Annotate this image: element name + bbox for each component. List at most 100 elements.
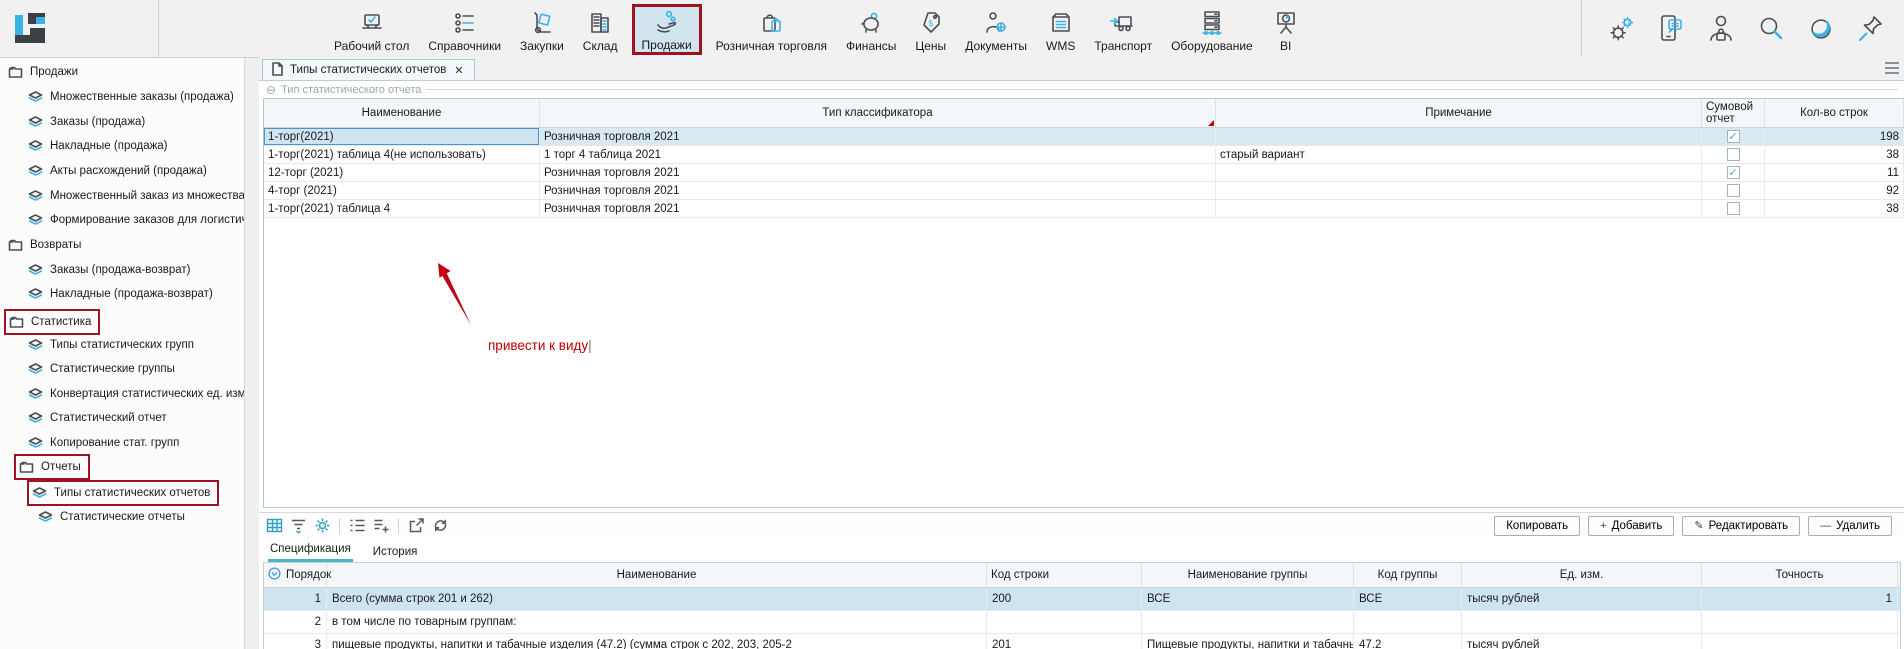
- warehouse-icon: [586, 8, 614, 38]
- folder-icon: [19, 461, 34, 474]
- globe-icon[interactable]: [1806, 12, 1836, 46]
- tree-item[interactable]: Накладные (продажа-возврат): [28, 284, 213, 304]
- copy-button[interactable]: Копировать: [1494, 516, 1580, 536]
- tab-list-icon[interactable]: [1885, 62, 1899, 74]
- retail-icon: [757, 8, 785, 38]
- svg-text:$: $: [928, 19, 934, 29]
- tree-folder-sales[interactable]: Продажи: [8, 62, 78, 82]
- module-warehouse[interactable]: Склад: [578, 5, 623, 55]
- pin-icon[interactable]: [1856, 12, 1886, 46]
- grid-view-icon[interactable]: [265, 517, 283, 535]
- cell-note: старый вариант: [1216, 146, 1702, 163]
- tab-history[interactable]: История: [371, 543, 420, 562]
- tree-folder-reports-annotated[interactable]: Отчеты: [14, 454, 90, 480]
- module-transport[interactable]: Транспорт: [1089, 5, 1157, 55]
- checkbox-unchecked[interactable]: [1727, 202, 1740, 215]
- table-row[interactable]: 12-торг (2021) Розничная торговля 2021 ✓…: [264, 164, 1904, 182]
- checkbox-unchecked[interactable]: [1727, 148, 1740, 161]
- module-references[interactable]: Справочники: [423, 5, 506, 55]
- table-row[interactable]: 1-торг(2021) таблица 4 Розничная торговл…: [264, 200, 1904, 218]
- tree-item[interactable]: Конвертация статистических ед. изм.: [28, 384, 244, 404]
- column-header-line-code[interactable]: Код строки: [987, 563, 1142, 587]
- column-header-group-name[interactable]: Наименование группы: [1142, 563, 1354, 587]
- module-purchases[interactable]: Закупки: [515, 5, 569, 55]
- tree-label: Множественный заказ из множества магазин: [50, 190, 244, 202]
- tree-item[interactable]: Формирование заказов для логистического …: [28, 210, 244, 230]
- open-external-icon[interactable]: [407, 517, 425, 535]
- tab-specification[interactable]: Спецификация: [268, 540, 353, 562]
- numbered-list-icon[interactable]: [348, 517, 366, 535]
- column-header-precision[interactable]: Точность: [1702, 563, 1898, 587]
- tree-item[interactable]: Копирование стат. групп: [28, 433, 179, 453]
- edit-button[interactable]: ✎Редактировать: [1682, 516, 1800, 536]
- column-header-name[interactable]: Наименование: [264, 99, 540, 127]
- spec-row[interactable]: 1 Всего (сумма строк 201 и 262) 200 ВСЕ …: [264, 588, 1900, 611]
- column-header-unit[interactable]: Ед. изм.: [1462, 563, 1702, 587]
- user-lock-icon[interactable]: [1706, 12, 1736, 46]
- module-wms[interactable]: WMS: [1041, 5, 1080, 55]
- column-header-row-count[interactable]: Кол-во строк: [1765, 99, 1904, 127]
- module-retail[interactable]: Розничная торговля: [711, 5, 832, 55]
- tree-item[interactable]: Акты расхождений (продажа): [28, 161, 207, 181]
- module-label: Справочники: [428, 39, 501, 53]
- cell-line-code: [987, 611, 1142, 633]
- column-header-sum-report[interactable]: Сумовой отчет: [1702, 99, 1765, 127]
- module-desktop[interactable]: Рабочий стол: [329, 5, 414, 55]
- collapse-icon[interactable]: ⊖: [266, 85, 276, 95]
- tree-item[interactable]: Множественные заказы (продажа): [28, 87, 234, 107]
- tree-item[interactable]: Статистический отчет: [28, 408, 167, 428]
- table-row[interactable]: 1-торг(2021) Розничная торговля 2021 ✓ 1…: [264, 128, 1904, 146]
- layers-icon: [28, 264, 43, 277]
- module-prices[interactable]: $ Цены: [910, 5, 951, 55]
- module-label: Цены: [915, 39, 946, 53]
- checkbox-checked[interactable]: ✓: [1727, 130, 1740, 143]
- column-header-order[interactable]: Порядок: [264, 563, 327, 587]
- tree-label: Типы статистических отчетов: [54, 487, 210, 499]
- module-bi[interactable]: BI: [1267, 5, 1305, 55]
- folder-icon: [8, 239, 23, 252]
- tree-item[interactable]: Типы статистических групп: [28, 335, 194, 355]
- folder-icon: [9, 316, 24, 329]
- table-row[interactable]: 4-торг (2021) Розничная торговля 2021 92: [264, 182, 1904, 200]
- layers-icon: [28, 388, 43, 401]
- checkbox-unchecked[interactable]: [1727, 184, 1740, 197]
- checkbox-checked[interactable]: ✓: [1727, 166, 1740, 179]
- add-button[interactable]: +Добавить: [1588, 516, 1674, 536]
- settings-gears-icon[interactable]: [1606, 12, 1636, 46]
- sidebar-splitter[interactable]: [244, 58, 260, 649]
- spec-row[interactable]: 3 пищевые продукты, напитки и табачные и…: [264, 634, 1900, 649]
- tree-item-report-types-annotated[interactable]: Типы статистических отчетов: [27, 480, 219, 506]
- navigation-tree: Продажи Множественные заказы (продажа) З…: [0, 58, 244, 649]
- delete-minus-icon: —: [1820, 520, 1831, 532]
- module-equipment[interactable]: Оборудование: [1166, 5, 1258, 55]
- filter-icon[interactable]: [289, 517, 307, 535]
- tree-item[interactable]: Статистические отчеты: [38, 507, 185, 527]
- tree-item[interactable]: Статистические группы: [28, 359, 175, 379]
- tab-report-types[interactable]: Типы статистических отчетов ✕: [262, 59, 475, 80]
- tree-folder-returns[interactable]: Возвраты: [8, 235, 81, 255]
- module-documents[interactable]: Документы: [960, 5, 1032, 55]
- column-header-classifier-type[interactable]: Тип классификатора: [540, 99, 1216, 127]
- module-label: Рабочий стол: [334, 39, 409, 53]
- spec-row[interactable]: 2 в том числе по товарным группам:: [264, 611, 1900, 634]
- column-header-name[interactable]: Наименование: [327, 563, 987, 587]
- cell-group-code: ВСЕ: [1354, 588, 1462, 610]
- module-sales-selected[interactable]: Продажи: [632, 4, 702, 55]
- column-header-group-code[interactable]: Код группы: [1354, 563, 1462, 587]
- table-row[interactable]: 1-торг(2021) таблица 4(не использовать) …: [264, 146, 1904, 164]
- tree-item[interactable]: Заказы (продажа): [28, 112, 145, 132]
- phone-message-icon[interactable]: [1656, 12, 1686, 46]
- tree-item[interactable]: Множественный заказ из множества магазин: [28, 186, 244, 206]
- delete-button[interactable]: —Удалить: [1808, 516, 1892, 536]
- list-add-icon[interactable]: [372, 517, 390, 535]
- module-finance[interactable]: Финансы: [841, 5, 901, 55]
- column-header-note[interactable]: Примечание: [1216, 99, 1702, 127]
- tree-item[interactable]: Заказы (продажа-возврат): [28, 260, 191, 280]
- tab-close-icon[interactable]: ✕: [453, 64, 464, 77]
- refresh-icon[interactable]: [431, 517, 449, 535]
- gear-icon[interactable]: [313, 517, 331, 535]
- layers-icon: [38, 511, 53, 524]
- search-icon[interactable]: [1756, 12, 1786, 46]
- tree-item[interactable]: Накладные (продажа): [28, 136, 168, 156]
- tree-folder-statistics-annotated[interactable]: Статистика: [4, 309, 100, 335]
